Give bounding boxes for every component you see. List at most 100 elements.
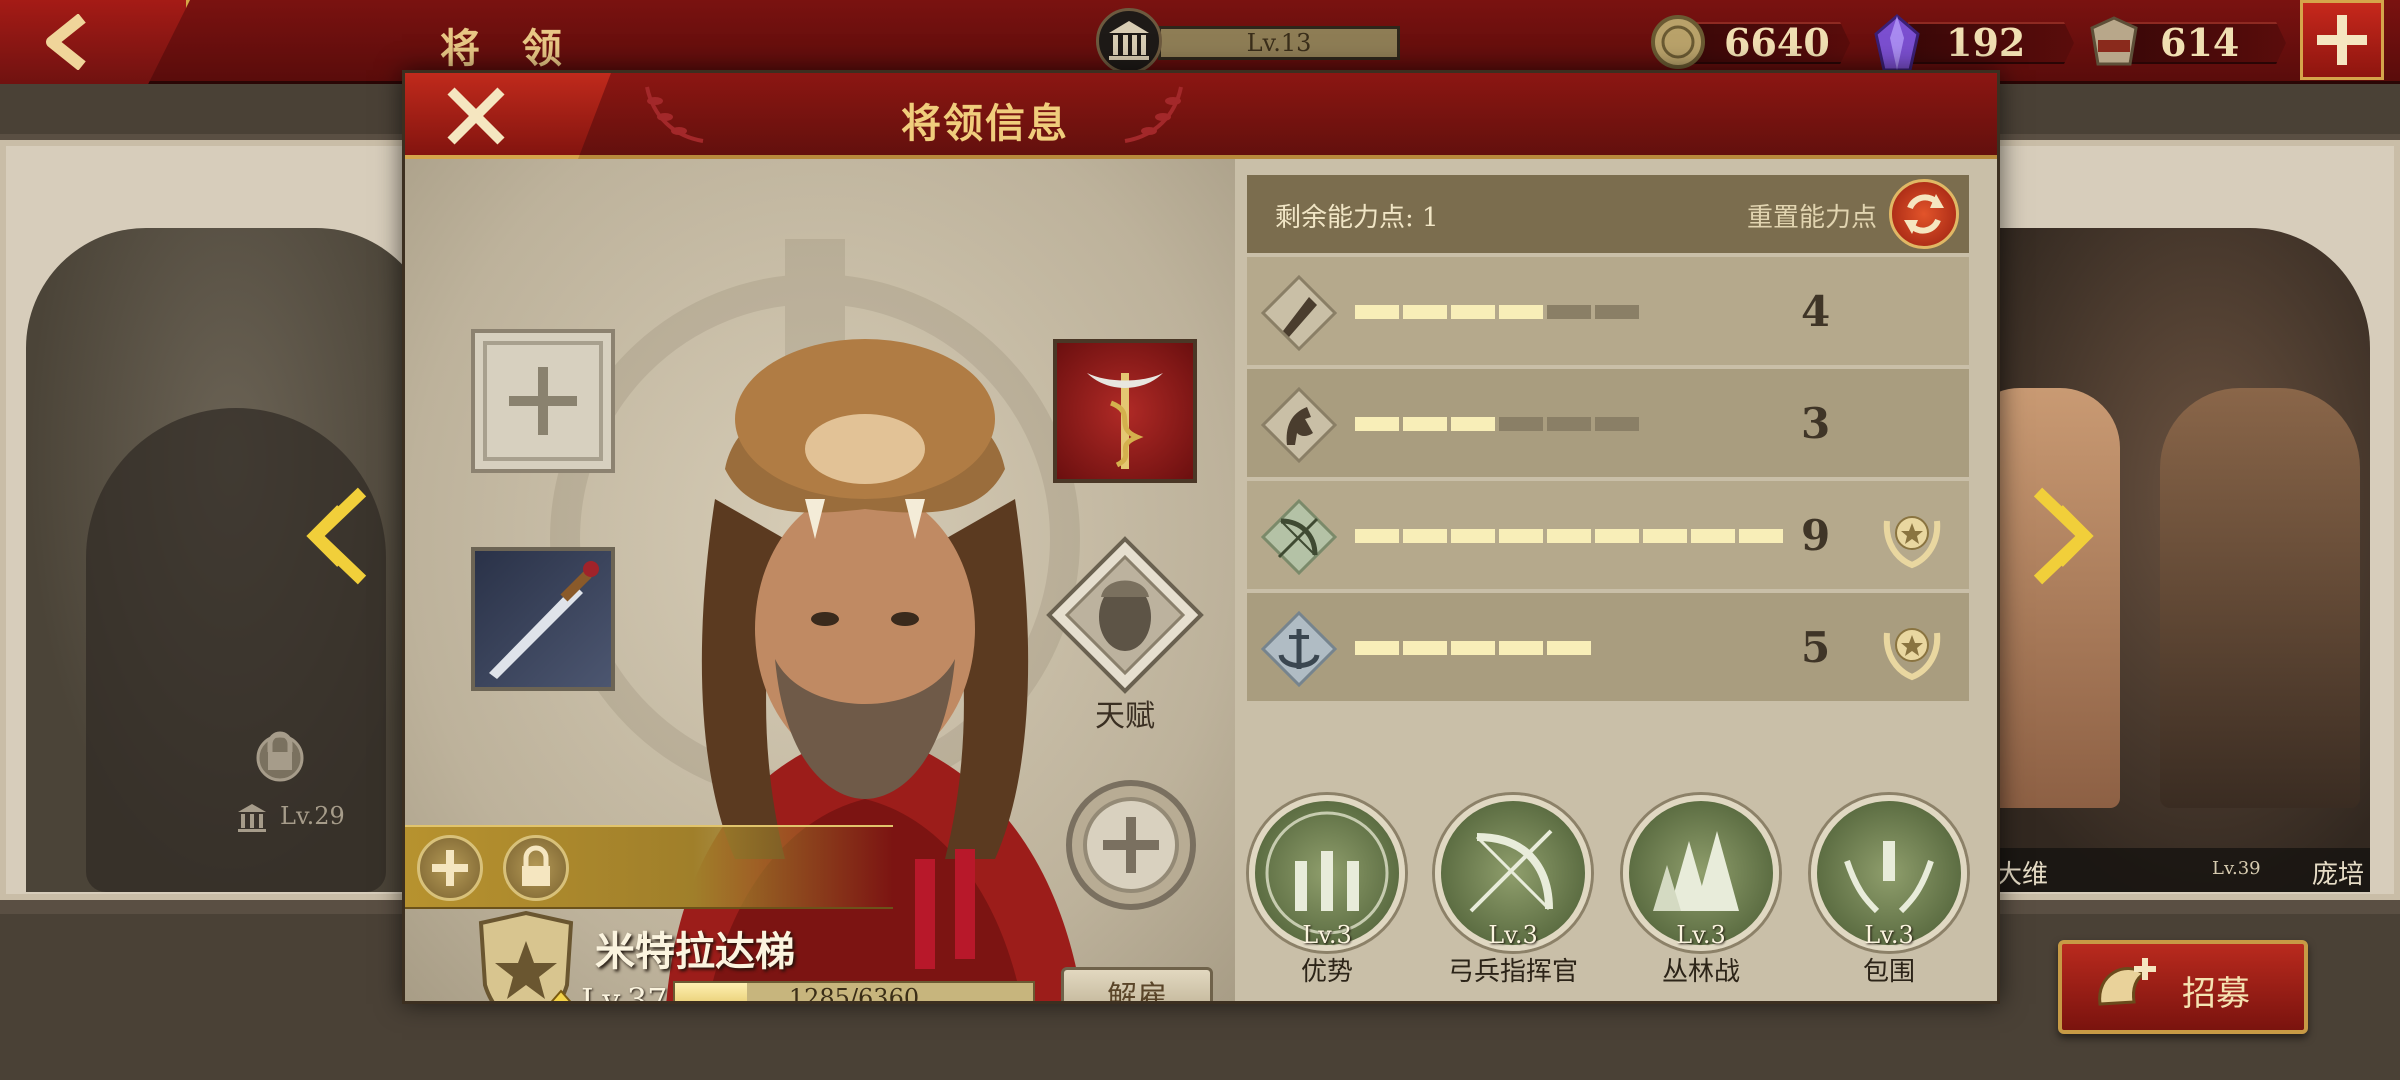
add-skill-button[interactable] <box>1063 777 1199 913</box>
dismiss-button[interactable]: 解雇 <box>1061 967 1213 1001</box>
laurel-medal-icon <box>1883 516 1941 569</box>
armor-slot[interactable] <box>471 329 615 473</box>
skill-archer-commander[interactable]: Lv.3 弓兵指挥官 <box>1433 795 1593 988</box>
reset-points-label: 重置能力点 <box>1747 203 1878 233</box>
skill-level: Lv.3 <box>1488 921 1538 949</box>
skill-level: Lv.3 <box>1302 921 1352 949</box>
locked-skill-slot[interactable] <box>503 835 569 901</box>
stat-segment <box>1547 529 1591 543</box>
recruit-button[interactable]: 招募 <box>2058 940 2308 1034</box>
stat-value: 4 <box>1801 287 1831 336</box>
stat-segment <box>1355 417 1399 431</box>
spqr-value: 614 <box>2122 22 2286 64</box>
xp-bar: 1285/6360 <box>673 981 1035 1001</box>
stat-row-archery: 9 <box>1247 481 1969 589</box>
hero-name-thumb: 庞培 <box>2312 860 2365 890</box>
skill-jungle-war[interactable]: Lv.3 丛林战 <box>1621 795 1781 988</box>
stat-segment <box>1403 529 1447 543</box>
horse-icon <box>1261 387 1337 463</box>
skill-advantage[interactable]: Lv.3 优势 <box>1247 795 1407 988</box>
skill-name: 弓兵指挥官 <box>1447 957 1578 987</box>
refresh-icon <box>1904 194 1944 234</box>
spqr-icon <box>2090 16 2138 66</box>
sword-icon <box>1261 275 1337 351</box>
stat-bar <box>1355 641 1591 655</box>
skill-level: Lv.3 <box>1676 921 1726 949</box>
locked-hero-level: Lv.29 <box>280 802 345 830</box>
skill-encircle[interactable]: Lv.3 包围 <box>1809 795 1969 988</box>
stat-segment <box>1595 529 1639 543</box>
stat-segment <box>1547 417 1591 431</box>
stat-segment <box>1451 641 1495 655</box>
stat-segment <box>1403 641 1447 655</box>
hero-level-thumb: Lv.39 <box>2212 858 2261 879</box>
stat-value: 5 <box>1801 623 1831 672</box>
next-hero-cards[interactable]: 大维 Lv.39 庞培 <box>1960 228 2370 892</box>
stat-row-cavalry: 3 <box>1247 369 1969 477</box>
plus-icon <box>432 850 468 886</box>
caduceus-icon <box>1087 373 1163 469</box>
plus-icon <box>483 341 603 461</box>
sword-item-icon <box>489 561 599 679</box>
mount-slot[interactable] <box>1053 339 1197 483</box>
stat-segment <box>1499 417 1543 431</box>
hero-name-strip: 大维 Lv.39 庞培 <box>1960 848 2370 892</box>
stat-value: 3 <box>1801 399 1831 448</box>
extra-skill-strip <box>405 825 893 909</box>
gem-resource[interactable]: 192 <box>1872 12 2074 72</box>
stat-segment <box>1403 417 1447 431</box>
skill-name: 包围 <box>1862 957 1915 987</box>
hero-portrait-panel: 天赋 米特拉达梯 Lv.37 1285/6360 解雇 <box>405 159 1235 1001</box>
castle-level-badge[interactable]: Lv.13 <box>1096 8 1400 76</box>
gem-icon <box>1874 14 1920 72</box>
stat-segment <box>1451 529 1495 543</box>
spqr-resource[interactable]: 614 <box>2086 12 2286 72</box>
back-arrow-icon <box>46 14 86 70</box>
rank-shield-icon <box>478 911 574 1001</box>
lock-icon <box>256 731 304 782</box>
anchor-icon <box>1261 611 1337 687</box>
stat-bar <box>1355 417 1639 431</box>
stat-segment <box>1499 305 1543 319</box>
stat-segment <box>1595 417 1639 431</box>
temple-icon <box>1096 8 1162 74</box>
gem-value: 192 <box>1908 22 2074 64</box>
stat-segment <box>1355 641 1399 655</box>
stat-segment <box>1643 529 1687 543</box>
talent-button[interactable] <box>1045 535 1205 695</box>
weapon-slot[interactable] <box>471 547 615 691</box>
modal-title: 将领信息 <box>901 100 1069 147</box>
plus-icon <box>2317 15 2367 65</box>
hero-name-thumb: 大维 <box>1996 860 2049 890</box>
stat-bar <box>1355 305 1639 319</box>
hero-level: Lv.37 <box>581 981 668 1001</box>
stat-segment <box>1547 641 1591 655</box>
stat-segment <box>1355 529 1399 543</box>
add-resource-button[interactable] <box>2300 0 2384 80</box>
skill-level: Lv.3 <box>1864 921 1914 949</box>
next-hero-arrow-icon[interactable] <box>2030 486 2100 586</box>
locked-hero-card[interactable] <box>26 228 436 892</box>
page-title: 将 领 <box>440 25 576 72</box>
hero-info-modal: 将领信息 天赋 米特拉达梯 Lv.37 1285/6360 解雇 剩余能力点: … <box>402 70 2000 1004</box>
bow-icon <box>1261 499 1337 575</box>
lock-icon <box>522 845 550 886</box>
stat-segment <box>1451 417 1495 431</box>
temple-small-icon <box>238 804 266 832</box>
stat-value: 9 <box>1801 511 1831 560</box>
add-extra-skill-button[interactable] <box>417 835 483 901</box>
reset-points-button[interactable] <box>1889 179 1959 249</box>
castle-level-text: Lv.13 <box>1158 26 1400 60</box>
coin-resource[interactable]: 6640 <box>1650 12 1850 72</box>
talent-label: 天赋 <box>1095 699 1155 734</box>
stat-segment <box>1451 305 1495 319</box>
prev-hero-arrow-icon[interactable] <box>300 486 370 586</box>
stat-segment <box>1547 305 1591 319</box>
hero-portrait-thumb <box>2160 388 2360 808</box>
coin-value: 6640 <box>1686 22 1850 64</box>
back-button[interactable] <box>0 0 190 84</box>
skill-name: 优势 <box>1300 957 1353 987</box>
recruit-helmet-icon <box>2098 958 2156 1006</box>
laurel-right-icon <box>1124 86 1183 143</box>
hero-name: 米特拉达梯 <box>595 928 795 975</box>
